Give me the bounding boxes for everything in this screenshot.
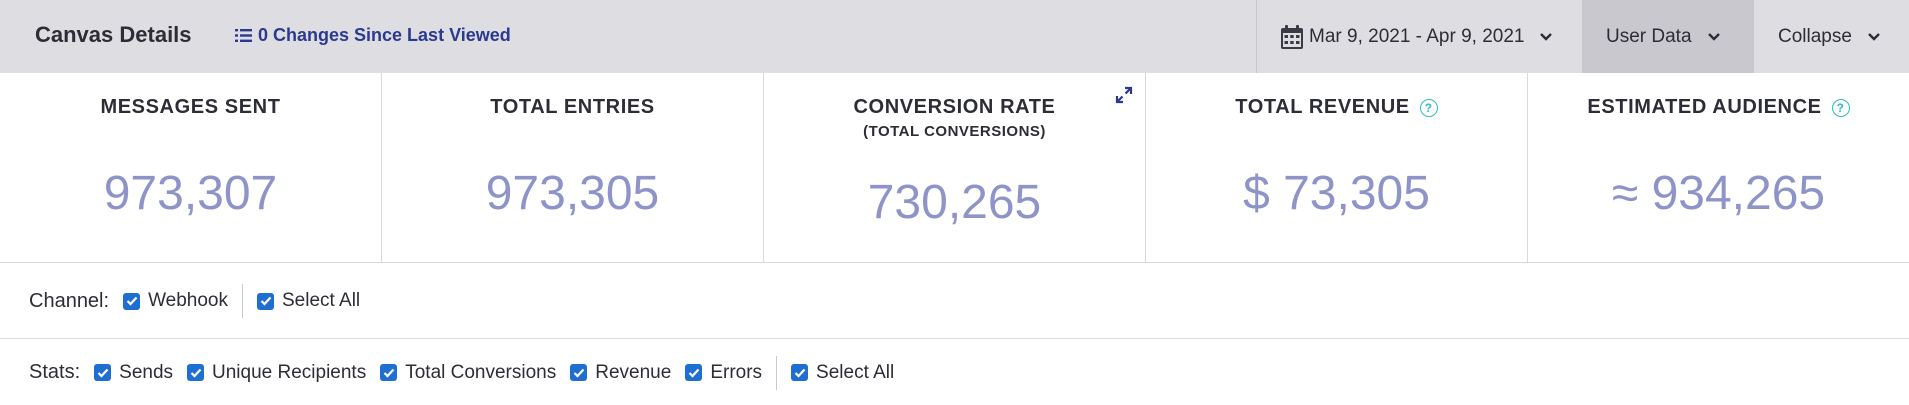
collapse-label: Collapse bbox=[1778, 25, 1852, 47]
channel-select-all[interactable]: Select All bbox=[257, 290, 360, 312]
option-label: Revenue bbox=[595, 361, 672, 383]
chevron-down-icon bbox=[1707, 32, 1720, 41]
date-range-label: Mar 9, 2021 - Apr 9, 2021 bbox=[1309, 25, 1525, 47]
option-label: Webhook bbox=[148, 290, 228, 311]
channel-filter-row: Channel: Webhook Select All bbox=[0, 264, 1909, 339]
checkbox-checked-icon[interactable] bbox=[791, 364, 809, 381]
checkbox-checked-icon[interactable] bbox=[380, 364, 398, 381]
help-circle-icon[interactable]: ? bbox=[1831, 98, 1850, 117]
kpi-title-wrap: TOTAL REVENUE ? bbox=[1235, 96, 1438, 119]
option-label: Total Conversions bbox=[405, 361, 557, 383]
stats-select-all[interactable]: Select All bbox=[791, 362, 894, 384]
option-label: Select All bbox=[816, 361, 895, 383]
list-icon bbox=[235, 29, 252, 42]
stats-option-unique-recipients[interactable]: Unique Recipients bbox=[187, 362, 366, 384]
stats-filter-row: Stats: Sends Unique Recipients Total Con… bbox=[0, 340, 1909, 405]
kpi-title: ESTIMATED AUDIENCE bbox=[1587, 96, 1822, 118]
kpi-conversion-rate: CONVERSION RATE (TOTAL CONVERSIONS) 730,… bbox=[764, 73, 1146, 262]
stats-label: Stats: bbox=[29, 361, 81, 383]
kpi-title: TOTAL REVENUE bbox=[1235, 96, 1410, 118]
expand-icon[interactable] bbox=[1115, 86, 1133, 109]
changes-label: 0 Changes Since Last Viewed bbox=[258, 25, 511, 45]
checkbox-checked-icon[interactable] bbox=[570, 364, 588, 381]
stats-option-sends[interactable]: Sends bbox=[94, 362, 173, 384]
help-circle-icon[interactable]: ? bbox=[1419, 98, 1438, 117]
kpi-estimated-audience: ESTIMATED AUDIENCE ? ≈ 934,265 bbox=[1528, 73, 1909, 262]
chevron-down-icon bbox=[1868, 32, 1880, 41]
checkbox-checked-icon[interactable] bbox=[187, 364, 205, 381]
stats-option-revenue[interactable]: Revenue bbox=[570, 362, 671, 384]
kpi-subtitle: (TOTAL CONVERSIONS) bbox=[863, 123, 1046, 140]
kpi-title: MESSAGES SENT bbox=[100, 96, 281, 118]
stats-option-total-conversions[interactable]: Total Conversions bbox=[380, 362, 556, 384]
page-header: Canvas Details 0 Changes Since Last View… bbox=[0, 0, 1909, 73]
divider bbox=[776, 355, 778, 390]
kpi-title: CONVERSION RATE bbox=[853, 96, 1056, 118]
kpi-value: 973,307 bbox=[103, 167, 278, 220]
kpi-value: $ 73,305 bbox=[1243, 167, 1430, 220]
kpi-total-entries: TOTAL ENTRIES 973,305 bbox=[382, 73, 764, 262]
checkbox-checked-icon[interactable] bbox=[123, 292, 141, 310]
stats-option-errors[interactable]: Errors bbox=[685, 362, 762, 384]
header-actions: Mar 9, 2021 - Apr 9, 2021 User Data Coll… bbox=[1256, 0, 1909, 73]
kpi-value: 973,305 bbox=[485, 167, 660, 220]
channel-option-webhook[interactable]: Webhook bbox=[123, 290, 228, 312]
checkbox-checked-icon[interactable] bbox=[685, 364, 703, 381]
changes-since-viewed-link[interactable]: 0 Changes Since Last Viewed bbox=[235, 25, 511, 46]
kpi-summary: MESSAGES SENT 973,307 TOTAL ENTRIES 973,… bbox=[0, 73, 1909, 263]
kpi-total-revenue: TOTAL REVENUE ? $ 73,305 bbox=[1146, 73, 1528, 262]
chevron-down-icon bbox=[1540, 32, 1553, 41]
kpi-messages-sent: MESSAGES SENT 973,307 bbox=[0, 73, 382, 262]
kpi-value: 730,265 bbox=[867, 176, 1042, 229]
date-range-picker[interactable]: Mar 9, 2021 - Apr 9, 2021 bbox=[1256, 0, 1582, 73]
divider bbox=[242, 284, 243, 318]
kpi-value: ≈ 934,265 bbox=[1611, 167, 1826, 220]
option-label: Unique Recipients bbox=[212, 361, 367, 383]
checkbox-checked-icon[interactable] bbox=[94, 364, 112, 381]
checkbox-checked-icon[interactable] bbox=[257, 292, 274, 310]
user-data-label: User Data bbox=[1606, 25, 1692, 47]
option-label: Sends bbox=[119, 361, 174, 383]
option-label: Select All bbox=[282, 290, 361, 311]
channel-label: Channel: bbox=[29, 289, 110, 312]
option-label: Errors bbox=[710, 361, 763, 383]
user-data-dropdown[interactable]: User Data bbox=[1582, 0, 1754, 73]
collapse-button[interactable]: Collapse bbox=[1754, 0, 1909, 73]
kpi-title: TOTAL ENTRIES bbox=[490, 96, 655, 118]
kpi-title-wrap: ESTIMATED AUDIENCE ? bbox=[1587, 96, 1850, 119]
page-title: Canvas Details bbox=[35, 22, 192, 47]
calendar-icon bbox=[1281, 24, 1303, 49]
